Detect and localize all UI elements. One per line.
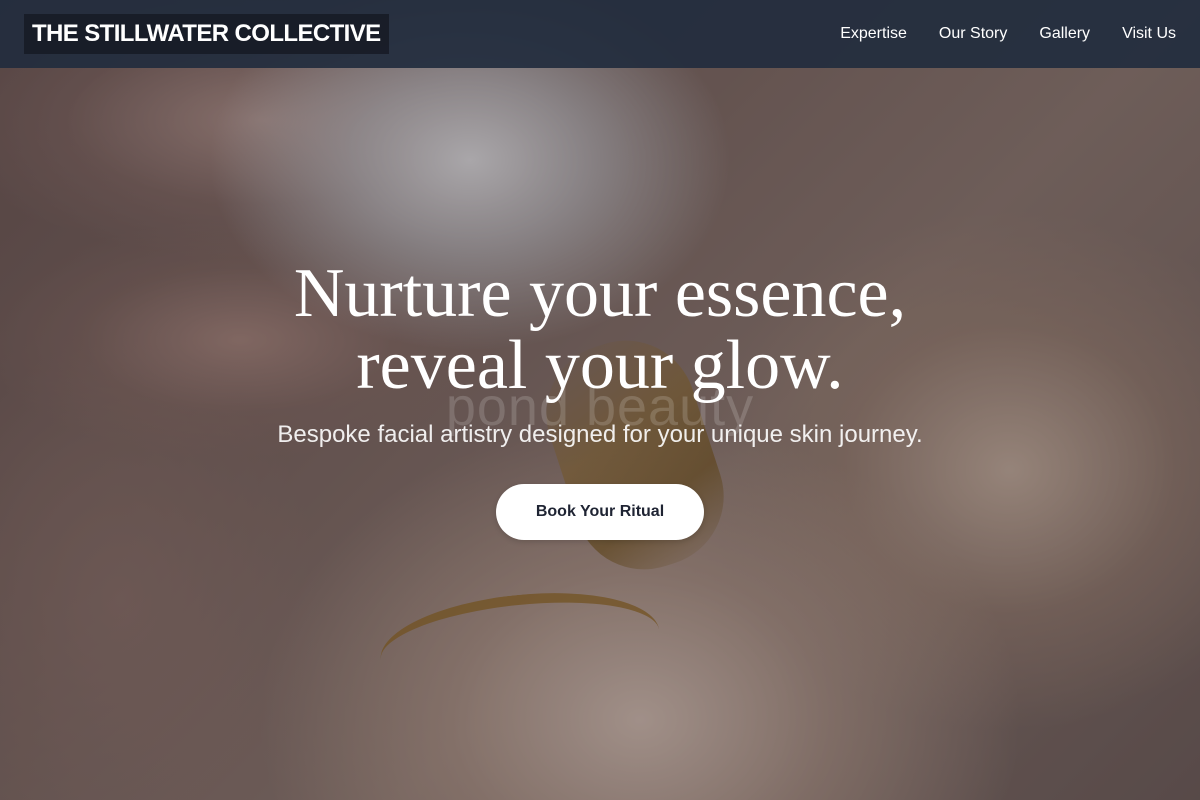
nav-link-our-story[interactable]: Our Story <box>939 25 1007 43</box>
top-navigation: THE STILLWATER COLLECTIVE Expertise Our … <box>0 0 1200 68</box>
hero-subheadline: Bespoke facial artistry designed for you… <box>277 421 923 448</box>
hero-headline-line-2: reveal your glow. <box>356 327 844 404</box>
book-ritual-button[interactable]: Book Your Ritual <box>496 484 704 540</box>
hero-section: pond beauty THE STILLWATER COLLECTIVE Ex… <box>0 0 1200 800</box>
nav-link-expertise[interactable]: Expertise <box>840 25 907 43</box>
hero-headline-line-1: Nurture your essence, <box>293 255 907 332</box>
nav-link-visit-us[interactable]: Visit Us <box>1122 25 1176 43</box>
brand-logo[interactable]: THE STILLWATER COLLECTIVE <box>24 14 389 54</box>
hero-content: Nurture your essence, reveal your glow. … <box>0 258 1200 540</box>
hero-headline: Nurture your essence, reveal your glow. <box>0 258 1200 402</box>
nav-links: Expertise Our Story Gallery Visit Us <box>840 25 1176 43</box>
nav-link-gallery[interactable]: Gallery <box>1039 25 1090 43</box>
